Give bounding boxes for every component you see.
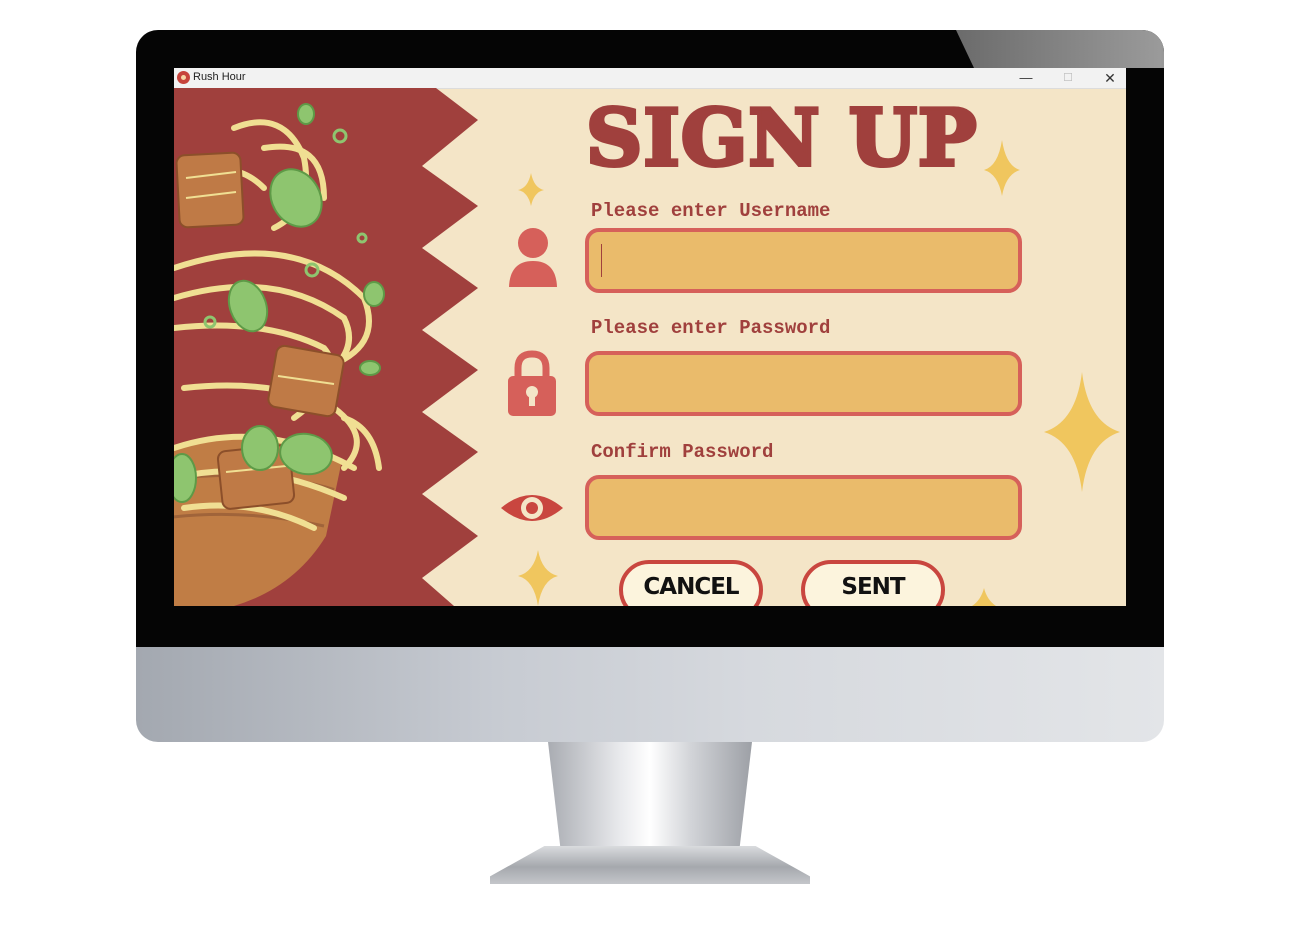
close-button[interactable]: ✕ xyxy=(1090,68,1126,88)
minimize-button[interactable]: — xyxy=(1006,68,1046,88)
username-input[interactable] xyxy=(585,228,1022,293)
eye-icon xyxy=(501,495,563,521)
window-title: Rush Hour xyxy=(193,71,246,83)
desktop-monitor-mockup: Rush Hour — ☐ ✕ SIGN UP Please enter Use… xyxy=(0,0,1300,928)
monitor-stand xyxy=(548,742,752,864)
sent-button[interactable]: SENT xyxy=(801,560,945,606)
app-logo-icon xyxy=(177,71,190,84)
text-cursor xyxy=(601,244,602,277)
confirm-password-label: Confirm Password xyxy=(591,441,774,463)
signup-screen: SIGN UP Please enter Username Please ent… xyxy=(174,88,1126,606)
user-icon xyxy=(509,228,557,287)
bezel-glare xyxy=(956,30,1164,68)
maximize-button[interactable]: ☐ xyxy=(1048,68,1088,88)
monitor-stand-base xyxy=(490,846,810,884)
password-input[interactable] xyxy=(585,351,1022,416)
username-label: Please enter Username xyxy=(591,200,831,222)
cancel-button[interactable]: CANCEL xyxy=(619,560,763,606)
window-titlebar[interactable]: Rush Hour — ☐ ✕ xyxy=(174,68,1126,89)
app-window: Rush Hour — ☐ ✕ SIGN UP Please enter Use… xyxy=(174,68,1126,606)
confirm-password-input[interactable] xyxy=(585,475,1022,540)
page-title: SIGN UP xyxy=(584,93,979,184)
password-label: Please enter Password xyxy=(591,317,831,339)
lock-icon xyxy=(508,350,556,416)
monitor-chin xyxy=(136,647,1164,742)
